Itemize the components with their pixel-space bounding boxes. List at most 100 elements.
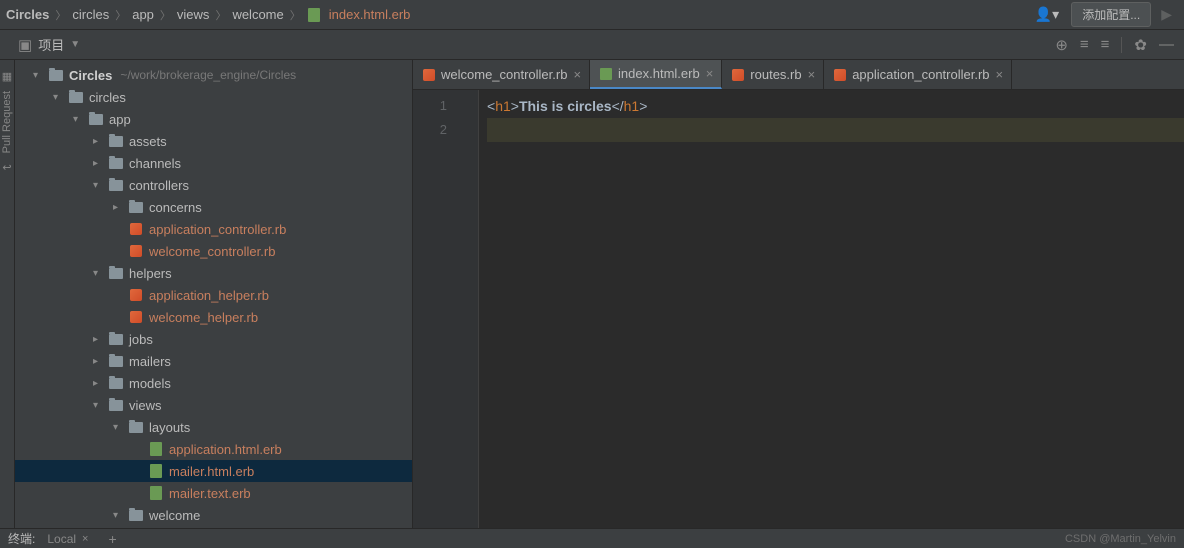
tree-item-controllers[interactable]: ▾controllers — [15, 174, 412, 196]
pull-request-tab[interactable]: Pull Request — [1, 91, 13, 153]
tree-item-jobs[interactable]: ▸jobs — [15, 328, 412, 350]
side-gutter: ▦ Pull Request ↩ — [0, 60, 15, 528]
ruby-file-icon — [423, 69, 435, 81]
editor-wrap: welcome_controller.rb×index.html.erb×rou… — [413, 60, 1184, 528]
watermark: CSDN @Martin_Yelvin — [1065, 533, 1176, 545]
tree-item-label: models — [129, 376, 171, 391]
arrow-right-icon[interactable]: ▸ — [93, 356, 107, 367]
chevron-icon: 〉 — [160, 7, 171, 23]
tree-root-path: ~/work/brokerage_engine/Circles — [120, 68, 296, 82]
erb-file-icon — [600, 68, 612, 80]
folder-icon — [107, 134, 125, 148]
tree-item-layouts[interactable]: ▾ layouts — [15, 416, 412, 438]
tree-item-label: layouts — [149, 420, 190, 435]
tree-item-mailer-text-erb[interactable]: mailer.text.erb — [15, 482, 412, 504]
code-line-2 — [487, 118, 1184, 142]
folder-icon — [107, 354, 125, 368]
tree-item-mailer-html-erb[interactable]: mailer.html.erb — [15, 460, 412, 482]
line-number: 1 — [413, 94, 447, 118]
gutter-exit-icon[interactable]: ↩ — [2, 161, 11, 174]
folder-icon — [107, 156, 125, 170]
tree-item-mailers[interactable]: ▸mailers — [15, 350, 412, 372]
close-icon[interactable]: × — [996, 67, 1004, 82]
crumb-4[interactable]: welcome — [230, 7, 285, 22]
tree-item-models[interactable]: ▸ models — [15, 372, 412, 394]
tree-item-label: circles — [89, 90, 126, 105]
tree-item-label: application_controller.rb — [149, 222, 286, 237]
project-label[interactable]: 项目 — [38, 35, 64, 54]
expand-icon[interactable]: ≡ — [1080, 36, 1089, 53]
run-icon[interactable]: ▶ — [1157, 6, 1176, 23]
tree-item-welcome[interactable]: ▾welcome — [15, 504, 412, 526]
editor-tab-index-html-erb[interactable]: index.html.erb× — [590, 60, 722, 89]
tab-label: routes.rb — [750, 67, 801, 82]
tree-item-welcome-controller-rb[interactable]: welcome_controller.rb — [15, 240, 412, 262]
tree-item-application-controller-rb[interactable]: application_controller.rb — [15, 218, 412, 240]
arrow-right-icon[interactable]: ▸ — [113, 202, 127, 213]
tree-item-circles[interactable]: ▾ circles — [15, 86, 412, 108]
arrow-down-icon[interactable]: ▾ — [93, 268, 107, 279]
editor-tab-application-controller-rb[interactable]: application_controller.rb× — [824, 60, 1012, 89]
tree-item-assets[interactable]: ▸assets — [15, 130, 412, 152]
close-icon[interactable]: × — [573, 67, 581, 82]
editor-body: 1 2 <h1>This is circles</h1> — [413, 90, 1184, 528]
project-icon: ▣ — [18, 36, 32, 54]
crumb-2[interactable]: app — [130, 7, 156, 22]
arrow-down-icon[interactable]: ▾ — [73, 114, 87, 125]
close-icon[interactable]: × — [706, 66, 714, 81]
line-numbers: 1 2 — [413, 90, 465, 528]
editor-tab-welcome-controller-rb[interactable]: welcome_controller.rb× — [413, 60, 590, 89]
target-icon[interactable]: ⊕ — [1055, 36, 1068, 54]
tree-item-app[interactable]: ▾ app — [15, 108, 412, 130]
arrow-down-icon[interactable]: ▾ — [113, 510, 127, 521]
tree-item-application-helper-rb[interactable]: application_helper.rb — [15, 284, 412, 306]
tree-item-label: mailer.text.erb — [169, 486, 251, 501]
file-tree: ▾ Circles ~/work/brokerage_engine/Circle… — [15, 60, 412, 526]
add-terminal-icon[interactable]: + — [108, 531, 116, 547]
editor-tab-routes-rb[interactable]: routes.rb × — [722, 60, 824, 89]
project-toolbar: ▣ 项目 ▼ ⊕ ≡ ≡ ✿ — — [0, 30, 1184, 60]
code-line-1: <h1>This is circles</h1> — [487, 94, 1184, 118]
ruby-file-icon — [834, 69, 846, 81]
tree-item-label: app — [109, 112, 131, 127]
arrow-down-icon[interactable]: ▾ — [53, 92, 67, 103]
arrow-down-icon[interactable]: ▾ — [93, 400, 107, 411]
chevron-icon: 〉 — [55, 7, 66, 23]
chevron-icon: 〉 — [290, 7, 301, 23]
arrow-right-icon[interactable]: ▸ — [93, 334, 107, 345]
tree-item-channels[interactable]: ▸channels — [15, 152, 412, 174]
tree-item-concerns[interactable]: ▸ concerns — [15, 196, 412, 218]
arrow-right-icon[interactable]: ▸ — [93, 378, 107, 389]
terminal-label[interactable]: 终端: — [8, 530, 35, 547]
arrow-down-icon[interactable]: ▾ — [33, 70, 47, 81]
folder-icon — [107, 398, 125, 412]
arrow-down-icon[interactable]: ▾ — [113, 422, 127, 433]
gutter-icon[interactable]: ▦ — [2, 70, 12, 83]
tree-root[interactable]: ▾ Circles ~/work/brokerage_engine/Circle… — [15, 64, 412, 86]
tree-item-helpers[interactable]: ▾helpers — [15, 262, 412, 284]
terminal-session[interactable]: Local — [47, 532, 76, 546]
close-icon[interactable]: × — [82, 533, 88, 545]
user-icon[interactable]: 👤▾ — [1029, 4, 1065, 25]
gear-icon[interactable]: ✿ — [1134, 36, 1147, 54]
close-icon[interactable]: × — [808, 67, 816, 82]
arrow-right-icon[interactable]: ▸ — [93, 136, 107, 147]
line-number: 2 — [413, 118, 447, 142]
crumb-root[interactable]: Circles — [4, 7, 51, 22]
tree-item-label: concerns — [149, 200, 202, 215]
tree-item-views[interactable]: ▾views — [15, 394, 412, 416]
crumb-1[interactable]: circles — [70, 7, 111, 22]
code-area[interactable]: <h1>This is circles</h1> — [479, 90, 1184, 528]
collapse-icon[interactable]: ≡ — [1101, 36, 1110, 53]
crumb-3[interactable]: views — [175, 7, 212, 22]
folder-icon — [107, 178, 125, 192]
arrow-down-icon[interactable]: ▾ — [93, 180, 107, 191]
crumb-file[interactable]: index.html.erb — [327, 7, 413, 22]
minimize-icon[interactable]: — — [1159, 36, 1174, 53]
separator — [1121, 37, 1122, 53]
tree-item-welcome-helper-rb[interactable]: welcome_helper.rb — [15, 306, 412, 328]
dropdown-icon[interactable]: ▼ — [70, 39, 80, 50]
add-config-button[interactable]: 添加配置... — [1071, 2, 1151, 27]
tree-item-application-html-erb[interactable]: application.html.erb — [15, 438, 412, 460]
arrow-right-icon[interactable]: ▸ — [93, 158, 107, 169]
